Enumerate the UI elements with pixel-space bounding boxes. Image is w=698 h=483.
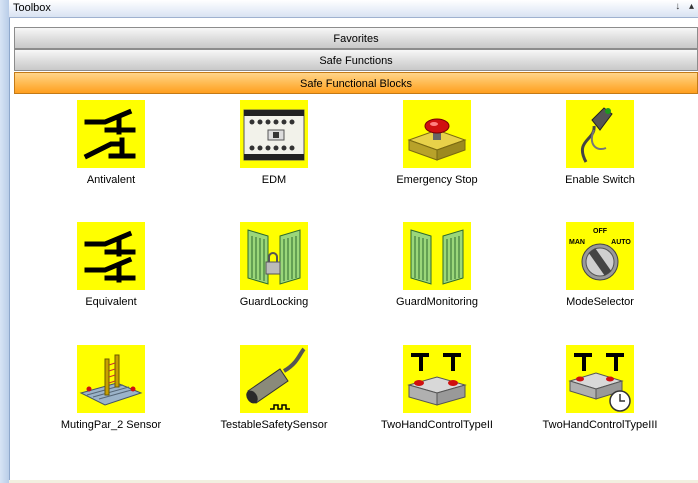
- item-label: Antivalent: [86, 174, 136, 186]
- toolbox-items-panel: Antivalent EDM Emergency Stop Enable Swi…: [14, 95, 698, 483]
- section-safe-functional-blocks[interactable]: Safe Functional Blocks: [14, 72, 698, 94]
- two-hand-control-timer-icon: [566, 345, 634, 413]
- item-label: Emergency Stop: [396, 174, 478, 186]
- equivalent-switch-icon: [77, 222, 145, 290]
- toolbox-item-twohandcontroltypeiii[interactable]: TwoHandControlTypeIII: [540, 345, 660, 431]
- toolbox-item-guardmonitoring[interactable]: GuardMonitoring: [377, 222, 497, 308]
- item-label: GuardLocking: [239, 296, 309, 308]
- item-label: Enable Switch: [565, 174, 635, 186]
- contactor-relay-icon: [240, 100, 308, 168]
- toolbox-item-emergency-stop[interactable]: Emergency Stop: [377, 100, 497, 186]
- toolbox-item-equivalent[interactable]: Equivalent: [51, 222, 171, 308]
- section-label: Favorites: [333, 33, 379, 45]
- window-left-edge: [0, 0, 10, 483]
- mode-auto-label: AUTO: [611, 239, 631, 246]
- guard-locking-door-icon: [240, 222, 308, 290]
- toolbox-item-mutingpar-2-sensor[interactable]: MutingPar_2 Sensor: [51, 345, 171, 431]
- section-favorites[interactable]: Favorites: [14, 27, 698, 49]
- toolbox-item-guardlocking[interactable]: GuardLocking: [214, 222, 334, 308]
- item-label: TestableSafetySensor: [220, 419, 328, 431]
- two-hand-control-icon: [403, 345, 471, 413]
- muting-sensor-conveyor-icon: [77, 345, 145, 413]
- proximity-sensor-icon: [240, 345, 308, 413]
- enable-switch-handheld-icon: [566, 100, 634, 168]
- guard-monitoring-door-icon: [403, 222, 471, 290]
- mode-selector-dial-icon: OFF MAN AUTO: [566, 222, 634, 290]
- toolbox-item-enable-switch[interactable]: Enable Switch: [540, 100, 660, 186]
- item-label: GuardMonitoring: [396, 296, 478, 308]
- emergency-stop-button-icon: [403, 100, 471, 168]
- mode-off-label: OFF: [593, 228, 608, 235]
- item-label: TwoHandControlTypeII: [381, 419, 493, 431]
- mode-man-label: MAN: [569, 239, 585, 246]
- item-label: TwoHandControlTypeIII: [542, 419, 658, 431]
- toolbox-window: Toolbox ↓ ▴ Favorites Safe Functions Saf…: [0, 0, 698, 483]
- toolbox-item-modeselector[interactable]: OFF MAN AUTO ModeSelector: [540, 222, 660, 308]
- item-label: ModeSelector: [566, 296, 634, 308]
- toolbox-title: Toolbox: [13, 2, 51, 14]
- toolbox-item-antivalent[interactable]: Antivalent: [51, 100, 171, 186]
- antivalent-switch-icon: [77, 100, 145, 168]
- toolbox-item-edm[interactable]: EDM: [214, 100, 334, 186]
- dropdown-icon[interactable]: ▴: [689, 1, 694, 12]
- section-label: Safe Functions: [319, 55, 393, 67]
- toolbox-item-testablesafetysensor[interactable]: TestableSafetySensor: [214, 345, 334, 431]
- section-safe-functions[interactable]: Safe Functions: [14, 49, 698, 71]
- item-label: EDM: [261, 174, 287, 186]
- toolbox-item-twohandcontroltypeii[interactable]: TwoHandControlTypeII: [377, 345, 497, 431]
- section-label: Safe Functional Blocks: [300, 78, 412, 90]
- pin-icon[interactable]: ↓: [675, 1, 680, 12]
- toolbox-title-bar[interactable]: Toolbox ↓ ▴: [9, 0, 698, 18]
- item-label: MutingPar_2 Sensor: [60, 419, 162, 431]
- item-label: Equivalent: [85, 296, 137, 308]
